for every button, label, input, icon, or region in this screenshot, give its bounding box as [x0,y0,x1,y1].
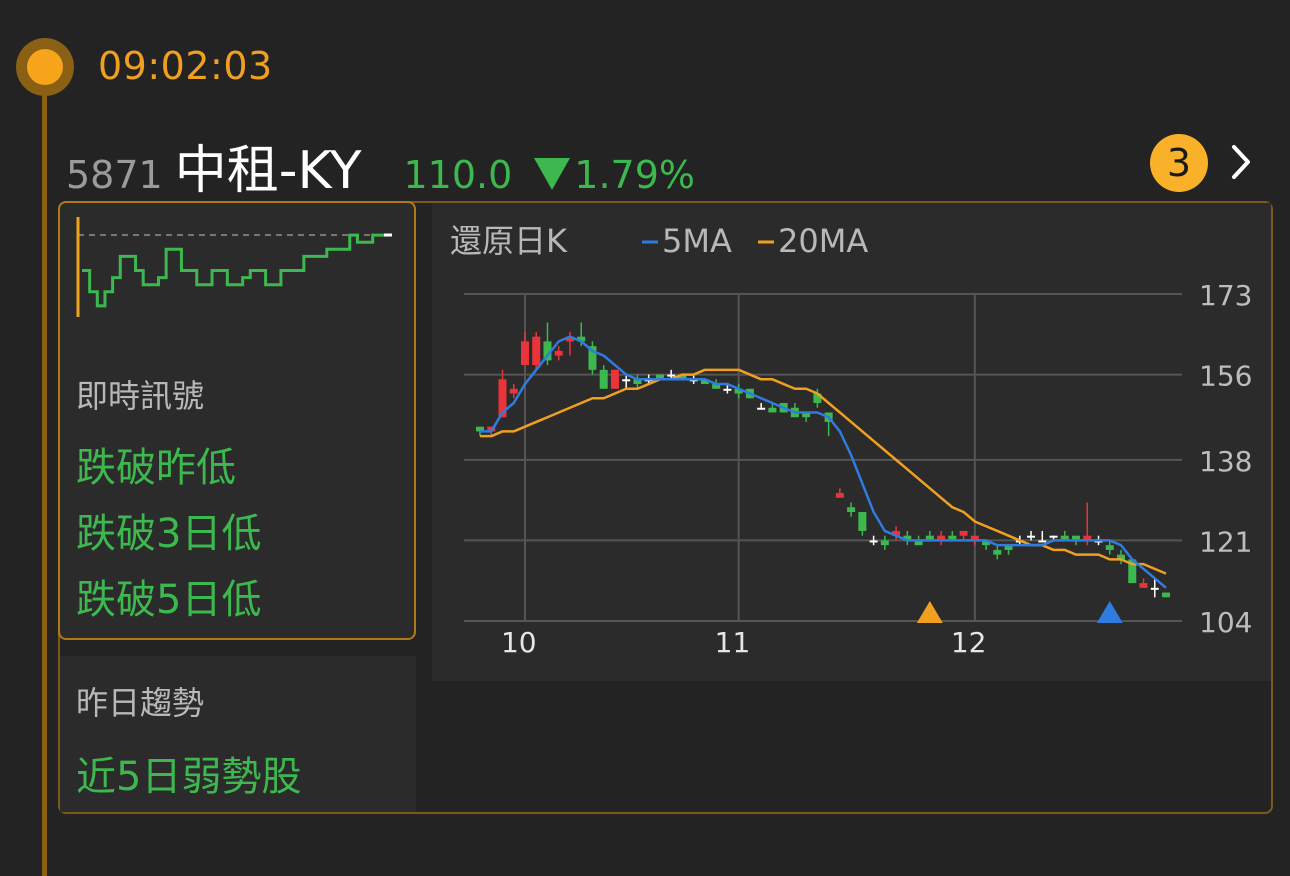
alert-timestamp: 09:02:03 [98,44,273,88]
candle-body [554,350,563,356]
signal-count-badge[interactable]: 3 [1150,134,1208,192]
daily-k-chart-panel[interactable]: 還原日K 5MA 20MA 173 156 138 121 104 10 11 12 [432,203,1271,681]
candle-body [1150,587,1159,590]
candle-body [509,388,518,394]
signal-marker-icon [1096,601,1123,623]
stock-header[interactable]: 5871 中租-KY 110.0 1.79% [66,128,695,201]
y-tick-label: 156 [1199,360,1252,393]
ma20-line [480,368,1167,575]
legend-label: 20MA [778,222,868,260]
chart-title: 還原日K [450,222,568,260]
candle-body [610,369,619,389]
realtime-signal-panel: 即時訊號 跌破昨低 跌破3日低 跌破5日低 [58,201,416,640]
x-tick-label: 11 [715,626,751,659]
stock-change-percent: 1.79% [574,153,696,197]
intraday-mini-chart [76,217,396,317]
candle-body [1049,535,1058,538]
candle-body [993,549,1002,555]
yesterday-trend-panel: 昨日趨勢 近5日弱勢股 [60,656,416,812]
candle-body [723,388,732,391]
candle-body [520,341,529,366]
y-tick-label: 138 [1199,445,1252,478]
stock-price: 110.0 [403,153,513,197]
candle-body [757,407,766,410]
legend-label: 5MA [662,222,732,260]
intraday-price-line [82,233,388,308]
trend-value: 近5日弱勢股 [76,754,302,800]
timeline-dot-icon [16,38,74,96]
signal-title: 即時訊號 [76,377,205,415]
candle-body [667,374,676,377]
candle-body [1027,535,1036,538]
candle-body [622,379,631,382]
x-tick-label: 10 [501,626,537,659]
chevron-right-icon[interactable] [1222,142,1262,182]
daily-k-chart[interactable]: 還原日K 5MA 20MA 173 156 138 121 104 10 11 12 [432,203,1271,681]
signal-item: 跌破5日低 [76,577,262,623]
candle-body [599,369,608,389]
y-tick-label: 104 [1199,606,1252,639]
y-tick-label: 121 [1199,525,1252,558]
candle-body [869,540,878,543]
candle-body [1038,540,1047,543]
signal-marker-icon [916,601,943,623]
stock-code: 5871 [66,153,163,197]
candle-body [959,530,968,536]
y-tick-label: 173 [1199,279,1252,312]
candle-body [847,507,856,512]
signal-item: 跌破3日低 [76,511,262,557]
candle-body [880,540,889,546]
signal-item: 跌破昨低 [76,445,236,491]
stock-name: 中租-KY [174,141,362,201]
candle-body [835,493,844,498]
down-triangle-icon [534,158,571,190]
candle-body [1139,583,1148,588]
candle-body [858,512,867,531]
x-tick-label: 12 [951,626,987,659]
candle-body [768,407,777,413]
stock-change: 1.79% [534,153,695,197]
timeline-line [42,66,47,876]
candle-body [1105,545,1114,550]
candle-body [532,336,541,366]
candle-body [1162,592,1170,598]
trend-title: 昨日趨勢 [76,684,205,722]
